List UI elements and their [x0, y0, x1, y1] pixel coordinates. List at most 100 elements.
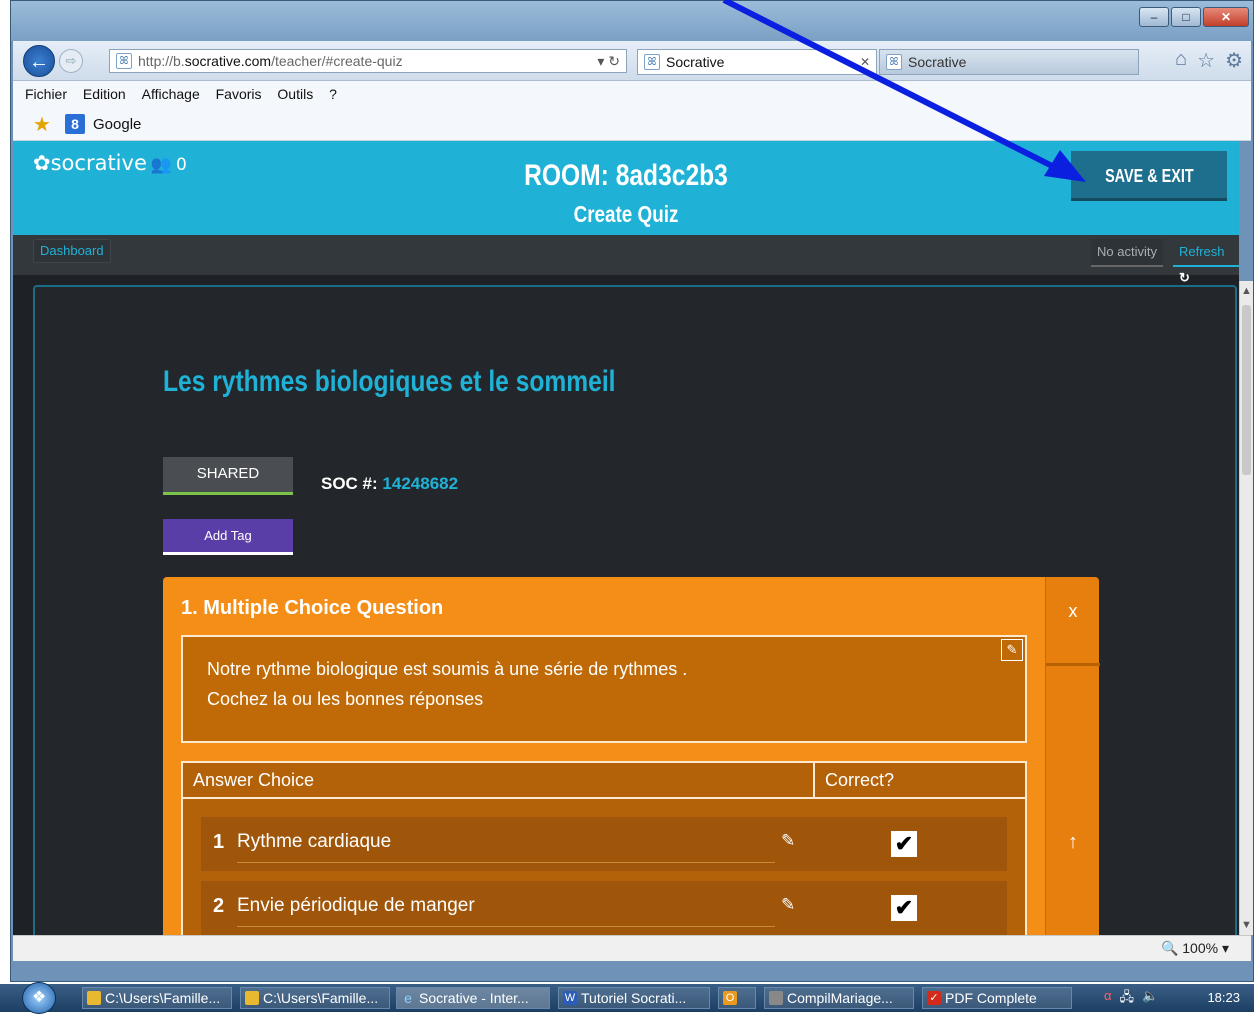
app-icon — [769, 991, 783, 1005]
folder-icon — [245, 991, 259, 1005]
soc-label: SOC #: — [321, 474, 378, 493]
add-tag-button[interactable]: Add Tag — [163, 519, 293, 555]
answer-number: 1 — [213, 831, 225, 853]
tab-site-icon: ꕤ — [886, 54, 902, 70]
windows-taskbar: ❖ C:\Users\Famille... C:\Users\Famille..… — [0, 982, 1254, 1014]
question-text-line1: Notre rythme biologique est soumis à une… — [207, 659, 688, 679]
answer-text[interactable]: Rythme cardiaque — [237, 831, 775, 863]
tab-socrative[interactable]: ꕤ Socrative — [879, 49, 1139, 75]
page-subtitle: Create Quiz — [573, 201, 679, 227]
zoom-value: 100% — [1182, 940, 1219, 956]
menu-fichier[interactable]: Fichier — [25, 86, 67, 102]
back-button[interactable]: ← — [23, 45, 55, 77]
menu-edition[interactable]: Edition — [83, 86, 126, 102]
menu-affichage[interactable]: Affichage — [142, 86, 200, 102]
settings-gear-icon[interactable]: ⚙ — [1225, 48, 1243, 73]
app-subbar: Dashboard No activity Refresh ↻ — [13, 235, 1239, 285]
room-title: ROOM: 8ad3c2b3 — [524, 159, 728, 192]
home-icon[interactable]: ⌂ — [1175, 48, 1187, 73]
folder-icon — [87, 991, 101, 1005]
pdf-icon: ✓ — [927, 991, 941, 1005]
url-path: /teacher/#create-quiz — [271, 53, 403, 69]
favorite-google-link[interactable]: Google — [93, 109, 141, 141]
tab-label: Socrative — [666, 54, 725, 70]
tab-close-icon[interactable]: ✕ — [860, 50, 870, 74]
taskbar-explorer-1[interactable]: C:\Users\Famille... — [82, 987, 232, 1009]
address-bar[interactable]: ꕤ http://b.socrative.com/teacher/#create… — [109, 49, 627, 73]
answer-row: 2 Envie périodique de manger ✎ ✔ — [201, 881, 1007, 935]
refresh-dropdown-icon[interactable]: ▾ ↻ — [597, 50, 620, 72]
browser-tool-icons: ⌂ ☆ ⚙ — [1175, 48, 1243, 73]
taskbar-label: C:\Users\Famille... — [105, 990, 221, 1006]
network-icon[interactable]: 🖧 — [1120, 988, 1135, 1010]
shared-toggle[interactable]: SHARED — [163, 457, 293, 495]
side-separator — [1046, 663, 1100, 666]
taskbar-outlook[interactable]: O — [718, 987, 756, 1009]
refresh-button[interactable]: Refresh ↻ — [1173, 239, 1239, 285]
question-heading: 1. Multiple Choice Question — [181, 597, 444, 619]
browser-navbar: ← ⇨ ꕤ http://b.socrative.com/teacher/#cr… — [13, 41, 1251, 81]
menu-favoris[interactable]: Favoris — [216, 86, 262, 102]
taskbar-word[interactable]: W Tutoriel Socrati... — [558, 987, 710, 1009]
taskbar-explorer-2[interactable]: C:\Users\Famille... — [240, 987, 390, 1009]
soc-number: SOC #: 14248682 — [321, 474, 458, 494]
scroll-thumb[interactable] — [1242, 305, 1251, 475]
question-text-line2: Cochez la ou les bonnes réponses — [207, 689, 484, 709]
correct-checkbox[interactable]: ✔ — [891, 831, 917, 857]
scroll-down-icon[interactable]: ▼ — [1241, 919, 1252, 931]
socrative-app: ✿socrative 👥 0 ROOM: 8ad3c2b3 Create Quiz … — [13, 141, 1239, 935]
word-icon: W — [563, 991, 577, 1005]
answer-table-header: Answer Choice Correct? — [183, 763, 1025, 799]
url-prefix: http://b. — [138, 53, 185, 69]
delete-question-button[interactable]: x — [1046, 601, 1100, 622]
url-domain: socrative.com — [184, 53, 272, 69]
add-favorite-star-icon[interactable]: ★ — [33, 115, 51, 135]
maximize-button[interactable]: □ — [1171, 7, 1201, 27]
save-exit-button[interactable]: SAVE & EXIT — [1071, 151, 1227, 201]
activity-status: No activity — [1091, 239, 1163, 267]
taskbar-compil[interactable]: CompilMariage... — [764, 987, 914, 1009]
edit-question-pencil-icon[interactable]: ✎ — [1001, 639, 1023, 661]
taskbar-ie[interactable]: e Socrative - Inter... — [396, 987, 550, 1009]
edit-answer-pencil-icon[interactable]: ✎ — [781, 895, 795, 915]
menu-help[interactable]: ? — [329, 86, 337, 102]
answer-text[interactable]: Envie périodique de manger — [237, 895, 775, 927]
taskbar-label: CompilMariage... — [787, 990, 893, 1006]
menu-outils[interactable]: Outils — [277, 86, 313, 102]
correct-checkbox[interactable]: ✔ — [891, 895, 917, 921]
scroll-up-icon[interactable]: ▲ — [1241, 285, 1252, 297]
taskbar-label: Socrative - Inter... — [419, 990, 529, 1006]
taskbar-pdf[interactable]: ✓ PDF Complete — [922, 987, 1072, 1009]
quiz-title[interactable]: Les rythmes biologiques et le sommeil — [163, 365, 615, 399]
window-titlebar: – □ ✕ — [11, 1, 1253, 41]
volume-icon[interactable]: 🔈 — [1142, 988, 1158, 1010]
answer-table: Answer Choice Correct? 1 Rythme cardiaqu… — [181, 761, 1027, 935]
browser-window: – □ ✕ ← ⇨ ꕤ http://b.socrative.com/teach… — [10, 0, 1254, 982]
taskbar-label: C:\Users\Famille... — [263, 990, 379, 1006]
tab-label: Socrative — [908, 54, 967, 70]
close-window-button[interactable]: ✕ — [1203, 7, 1249, 27]
browser-statusbar: 🔍 100% ▾ — [13, 935, 1251, 961]
forward-button[interactable]: ⇨ — [59, 49, 83, 73]
refresh-label: Refresh — [1179, 244, 1225, 259]
answer-choice-header: Answer Choice — [193, 770, 315, 790]
quiz-editor: Les rythmes biologiques et le sommeil SH… — [33, 285, 1237, 935]
question-text-box[interactable]: Notre rythme biologique est soumis à une… — [181, 635, 1027, 743]
start-button-windows-icon[interactable]: ❖ — [22, 982, 56, 1014]
move-up-arrow-icon[interactable]: ↑ — [1046, 831, 1100, 854]
answer-row: 1 Rythme cardiaque ✎ ✔ — [201, 817, 1007, 871]
outlook-icon: O — [723, 991, 737, 1005]
favorites-star-icon[interactable]: ☆ — [1197, 48, 1215, 73]
site-icon: ꕤ — [116, 53, 132, 69]
page-scrollbar[interactable]: ▲ ▼ — [1239, 281, 1253, 935]
clock[interactable]: 18:23 — [1207, 987, 1240, 1009]
zoom-level[interactable]: 🔍 100% ▾ — [1161, 936, 1229, 960]
dashboard-button[interactable]: Dashboard — [33, 239, 111, 263]
minimize-button[interactable]: – — [1139, 7, 1169, 27]
logo-flower-icon: ✿ — [33, 151, 51, 175]
menu-bar: Fichier Edition Affichage Favoris Outils… — [13, 81, 1251, 109]
tray-app-icon[interactable]: α — [1104, 988, 1112, 1010]
tab-socrative-active[interactable]: ꕤ Socrative ✕ — [637, 49, 877, 75]
favorites-bar: ★ 8 Google — [13, 109, 1251, 141]
edit-answer-pencil-icon[interactable]: ✎ — [781, 831, 795, 851]
